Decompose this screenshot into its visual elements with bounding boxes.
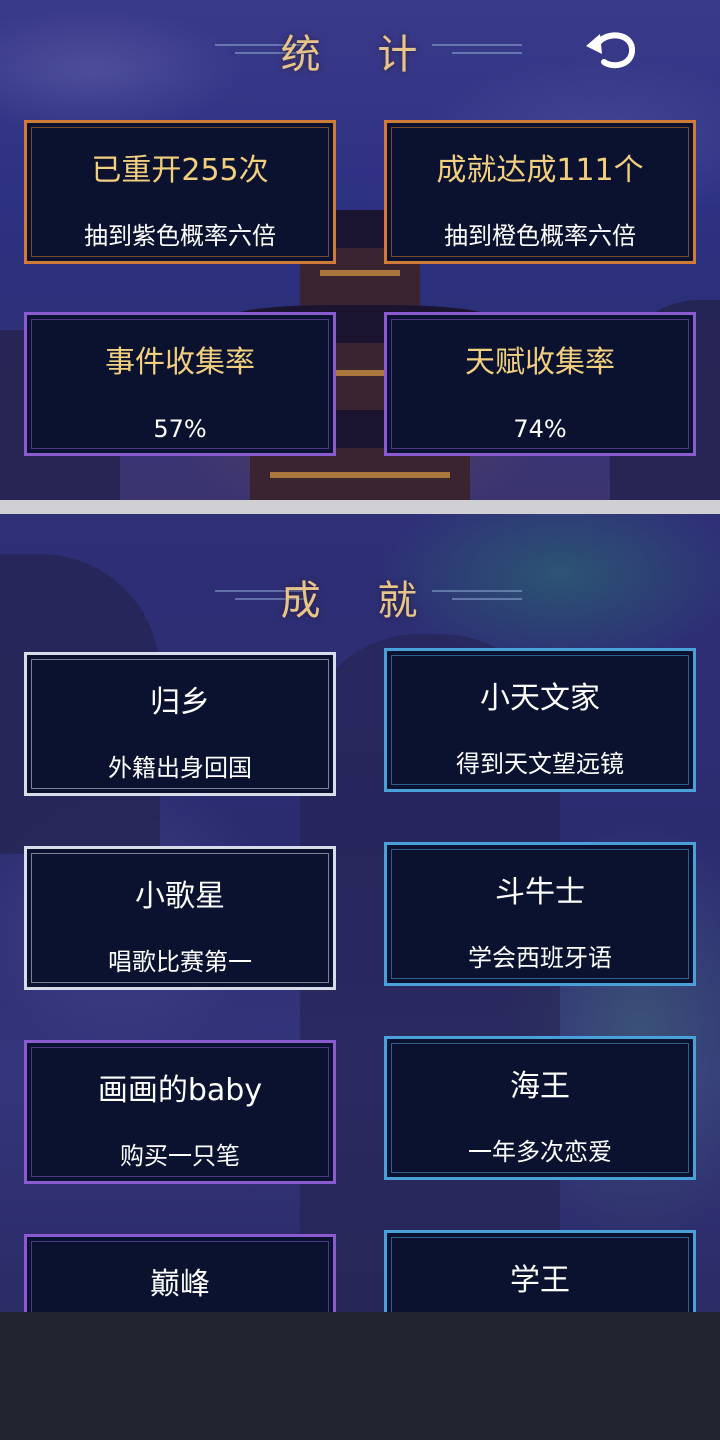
achievement-title: 海王 xyxy=(510,1069,570,1104)
achievement-card[interactable]: 小天文家 得到天文望远镜 xyxy=(384,648,696,792)
achievement-title: 小天文家 xyxy=(480,681,600,716)
achievement-card[interactable]: 巅峰 xyxy=(24,1234,336,1312)
achievement-card[interactable]: 斗牛士 学会西班牙语 xyxy=(384,842,696,986)
achievement-title: 巅峰 xyxy=(150,1267,210,1302)
achievement-card[interactable]: 海王 一年多次恋爱 xyxy=(384,1036,696,1180)
stat-title: 事件收集率 xyxy=(105,345,255,380)
title-ornament-right xyxy=(432,584,522,606)
stat-card-restarts: 已重开255次 抽到紫色概率六倍 xyxy=(24,120,336,264)
achievement-desc: 购买一只笔 xyxy=(120,1142,240,1170)
stat-card-event-rate: 事件收集率 57% xyxy=(24,312,336,456)
achievement-title: 斗牛士 xyxy=(495,875,585,910)
achievements-title: 成 就 xyxy=(280,578,440,624)
panel-separator xyxy=(0,500,720,514)
achievement-title: 归乡 xyxy=(150,685,210,720)
stat-sub: 抽到紫色概率六倍 xyxy=(84,222,276,250)
achievement-title: 小歌星 xyxy=(135,879,225,914)
achievement-card[interactable]: 归乡 外籍出身回国 xyxy=(24,652,336,796)
achievement-desc: 外籍出身回国 xyxy=(108,754,252,782)
achievement-desc: 一年多次恋爱 xyxy=(468,1138,612,1166)
bottom-bar xyxy=(0,1312,720,1440)
achievement-card[interactable]: 画画的baby 购买一只笔 xyxy=(24,1040,336,1184)
stat-title: 已重开255次 xyxy=(91,153,269,188)
achievement-desc: 得到天文望远镜 xyxy=(456,750,624,778)
stat-title: 成就达成111个 xyxy=(436,153,644,188)
stat-card-achievements: 成就达成111个 抽到橙色概率六倍 xyxy=(384,120,696,264)
back-arrow-icon xyxy=(586,32,635,69)
achievements-panel: 成 就 归乡 外籍出身回国 小天文家 得到天文望远镜 小歌星 唱歌比赛第一 斗牛… xyxy=(0,514,720,1312)
stats-panel: 统 计 已重开255次 抽到紫色概率六倍 成就达成111个 抽到橙色概率六倍 事… xyxy=(0,0,720,500)
achievement-card[interactable]: 小歌星 唱歌比赛第一 xyxy=(24,846,336,990)
achievement-desc: 学会西班牙语 xyxy=(468,944,612,972)
title-ornament-right xyxy=(432,38,522,60)
stat-sub: 57% xyxy=(153,415,207,443)
achievement-desc: 唱歌比赛第一 xyxy=(108,948,252,976)
achievement-card[interactable]: 学王 xyxy=(384,1230,696,1312)
stat-title: 天赋收集率 xyxy=(465,345,615,380)
stat-sub: 74% xyxy=(513,415,567,443)
achievement-title: 画画的baby xyxy=(97,1073,263,1108)
achievement-title: 学王 xyxy=(510,1263,570,1298)
stat-sub: 抽到橙色概率六倍 xyxy=(444,222,636,250)
back-button[interactable] xyxy=(582,24,640,74)
stat-card-talent-rate: 天赋收集率 74% xyxy=(384,312,696,456)
